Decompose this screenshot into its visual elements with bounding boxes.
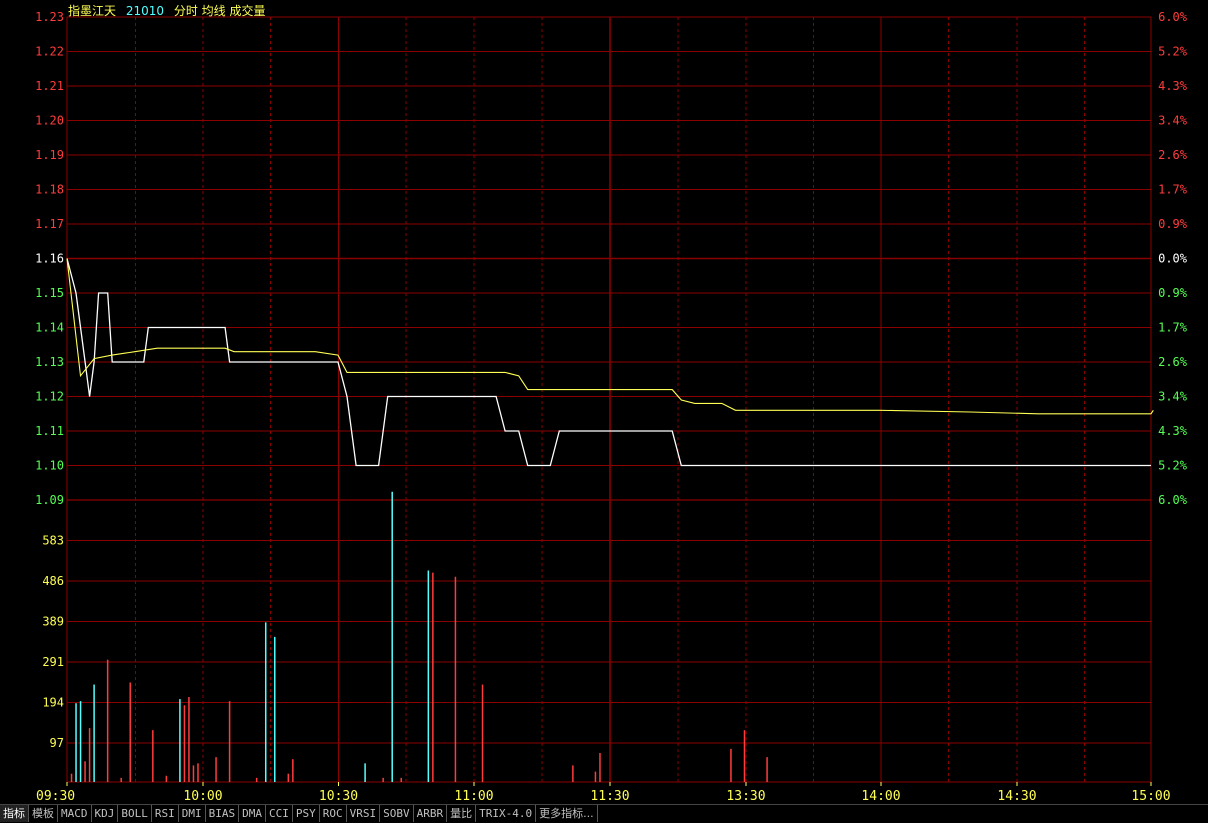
- pct-tick-label: 0.9%: [1158, 217, 1188, 231]
- time-tick-label: 09:30: [36, 789, 75, 804]
- pct-tick-label: 2.6%: [1158, 148, 1188, 162]
- volume-tick-label: 194: [42, 696, 64, 710]
- indicator-tab[interactable]: KDJ: [92, 805, 119, 822]
- indicator-tab[interactable]: ARBR: [414, 805, 448, 822]
- indicator-tab[interactable]: BOLL: [118, 805, 152, 822]
- volume-tick-label: 583: [42, 534, 64, 548]
- time-tick-label: 10:30: [319, 789, 358, 804]
- price-tick-label: 1.21: [35, 79, 64, 93]
- indicator-tab[interactable]: 模板: [29, 805, 58, 822]
- indicator-tab[interactable]: 指标: [0, 805, 29, 822]
- time-tick-label: 14:00: [861, 789, 900, 804]
- time-tick-label: 11:30: [590, 789, 629, 804]
- plot-frame: [66, 16, 1152, 783]
- volume-tick-label: 389: [42, 615, 64, 629]
- price-tick-label: 1.20: [35, 114, 64, 128]
- indicator-tab-bar: 指标 模板 MACD KDJ BOLL RSI DMI BIAS DMA CCI PSY ROC VRS…: [0, 804, 1208, 823]
- pct-tick-label: 4.3%: [1158, 424, 1188, 438]
- indicator-tab[interactable]: DMI: [179, 805, 206, 822]
- chart-header: 指墨江天 21010 分时 均线 成交量: [68, 2, 272, 19]
- indicator-tab[interactable]: PSY: [293, 805, 320, 822]
- price-tick-label: 1.09: [35, 493, 64, 507]
- pct-tick-label: 5.2%: [1158, 45, 1188, 59]
- pct-tick-label: 1.7%: [1158, 183, 1188, 197]
- volume-tick-label: 291: [42, 655, 64, 669]
- indicator-tab[interactable]: DMA: [239, 805, 266, 822]
- price-tick-label: 1.10: [35, 459, 64, 473]
- time-tick-label: 13:30: [726, 789, 765, 804]
- pct-tick-label: 3.4%: [1158, 390, 1188, 404]
- pct-tick-label: 0.0%: [1158, 252, 1188, 266]
- indicator-tab[interactable]: SOBV: [380, 805, 414, 822]
- indicator-tab[interactable]: 更多指标...: [536, 805, 598, 822]
- price-tick-label: 1.18: [35, 183, 64, 197]
- price-tick-label: 1.12: [35, 390, 64, 404]
- pct-tick-label: 5.2%: [1158, 459, 1188, 473]
- price-tick-label: 1.23: [35, 10, 64, 24]
- volume-tick-label: 486: [42, 574, 64, 588]
- price-tick-label: 1.13: [35, 355, 64, 369]
- price-tick-label: 1.22: [35, 45, 64, 59]
- indicator-tab[interactable]: RSI: [152, 805, 179, 822]
- pct-tick-label: 3.4%: [1158, 114, 1188, 128]
- price-tick-label: 1.16: [35, 252, 64, 266]
- price-tick-label: 1.14: [35, 321, 64, 335]
- stock-name: 指墨江天: [68, 4, 117, 18]
- indicator-tab[interactable]: BIAS: [206, 805, 240, 822]
- pct-tick-label: 0.9%: [1158, 286, 1188, 300]
- price-tick-label: 1.11: [35, 424, 64, 438]
- pct-tick-label: 1.7%: [1158, 321, 1188, 335]
- price-tick-label: 1.17: [35, 217, 64, 231]
- price-tick-label: 1.15: [35, 286, 64, 300]
- time-tick-label: 11:00: [454, 789, 493, 804]
- pct-tick-label: 4.3%: [1158, 79, 1188, 93]
- pct-tick-label: 6.0%: [1158, 10, 1188, 24]
- indicator-tab[interactable]: 量比: [447, 805, 477, 822]
- pct-tick-label: 6.0%: [1158, 493, 1188, 507]
- pct-tick-label: 2.6%: [1158, 355, 1188, 369]
- stock-code: 21010: [125, 4, 165, 18]
- volume-tick-label: 97: [50, 736, 64, 750]
- time-tick-label: 14:30: [997, 789, 1036, 804]
- price-tick-label: 1.19: [35, 148, 64, 162]
- time-tick-label: 15:00: [1131, 789, 1170, 804]
- time-tick-label: 10:00: [183, 789, 222, 804]
- intraday-chart[interactable]: 1.23 1.22 1.21 1.20 1.19 1.18 1.17 1.16 1.15 1.14…: [0, 0, 1208, 804]
- indicator-tab[interactable]: ROC: [320, 805, 347, 822]
- indicator-tab[interactable]: CCI: [266, 805, 293, 822]
- indicator-tab[interactable]: VRSI: [347, 805, 381, 822]
- indicator-tab[interactable]: MACD: [58, 805, 92, 822]
- indicator-tab[interactable]: TRIX-4.0: [476, 805, 537, 822]
- chart-legend: 分时 均线 成交量: [173, 4, 266, 18]
